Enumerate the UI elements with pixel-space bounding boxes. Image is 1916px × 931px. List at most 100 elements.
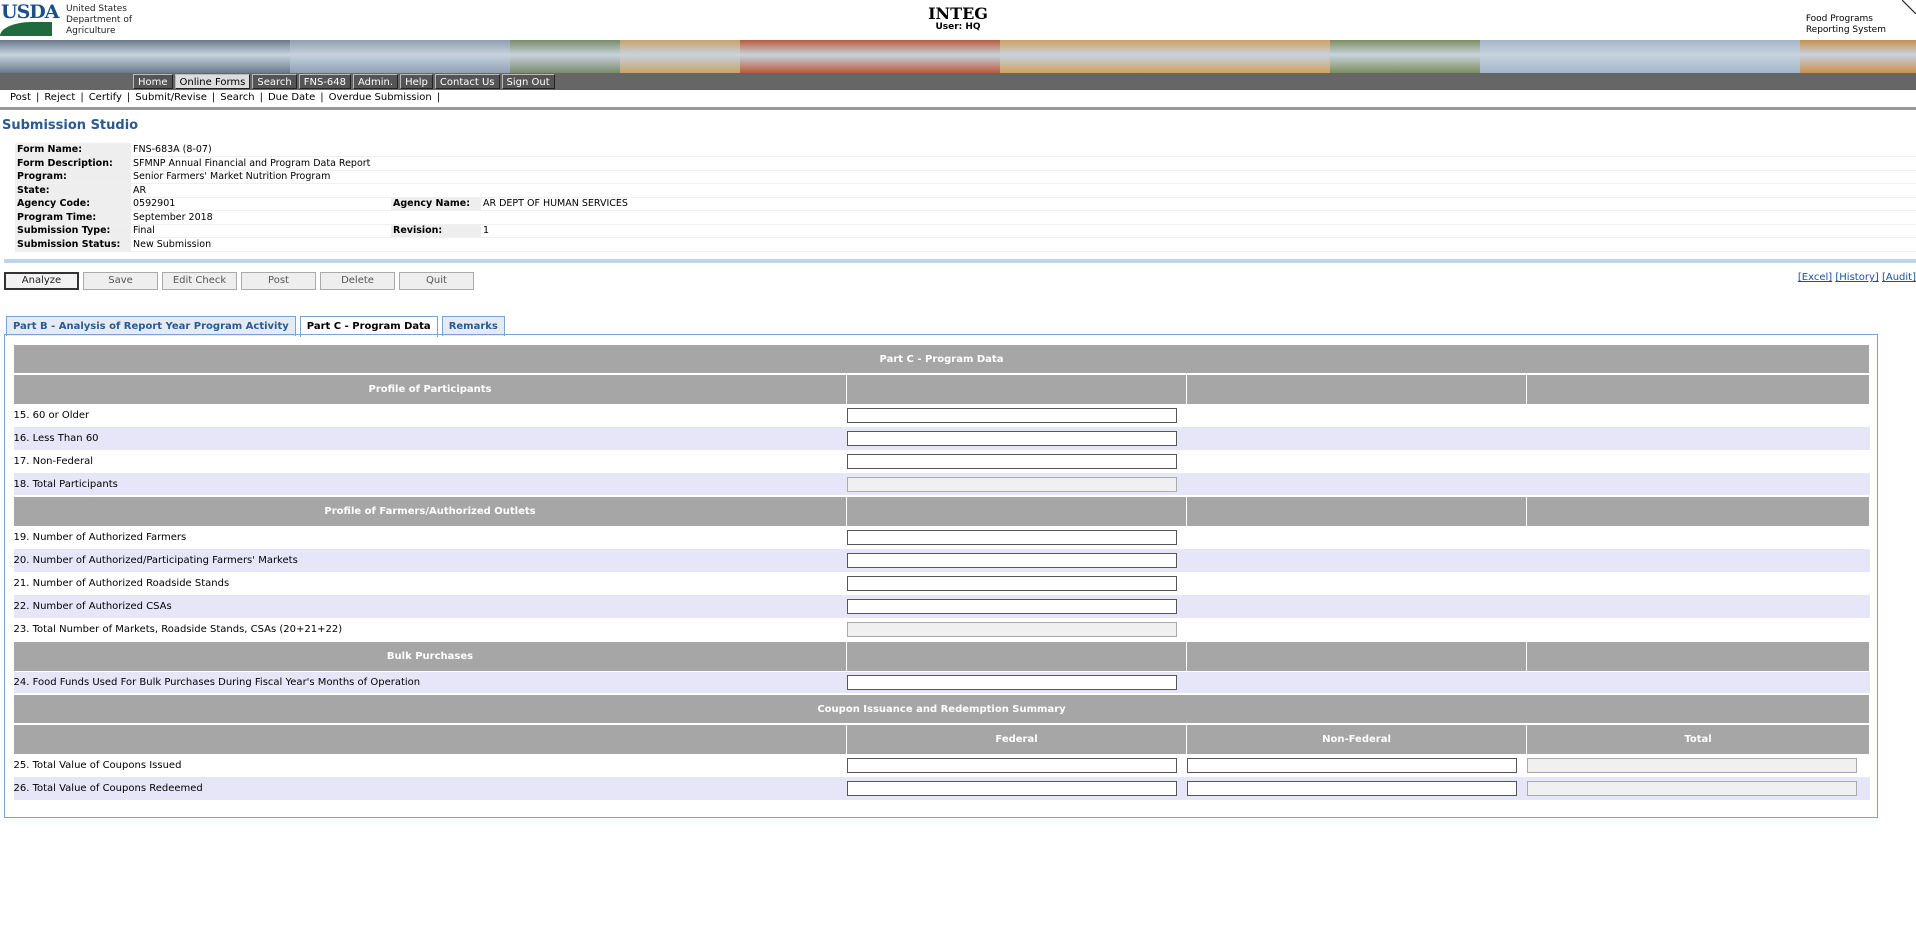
input-25-non-federal[interactable]: [1186, 758, 1517, 774]
nav-item-sign-out[interactable]: Sign Out: [501, 74, 555, 89]
subnav-submit-revise[interactable]: Submit/Revise: [131, 92, 211, 103]
nav-divider: [0, 107, 1916, 110]
row-label-24: 24. Food Funds Used For Bulk Purchases D…: [13, 671, 847, 694]
input-22-authorized-csas[interactable]: [846, 599, 1177, 614]
nav-item-search[interactable]: Search: [252, 74, 297, 89]
subnav-certify[interactable]: Certify: [85, 92, 126, 103]
grid-title: Part C - Program Data: [13, 343, 1870, 375]
section-participants: Profile of Participants: [12, 373, 848, 405]
tab-part-b[interactable]: Part B - Analysis of Report Year Program…: [6, 316, 296, 336]
submission-type-value: Final: [131, 224, 391, 238]
nav-item-admin[interactable]: Admin.: [353, 74, 399, 89]
state-label: State:: [15, 183, 131, 198]
row-label-20: 20. Number of Authorized/Participating F…: [13, 549, 847, 572]
banner-photo: [0, 40, 290, 73]
form-description-value: SFMNP Annual Financial and Program Data …: [131, 156, 1916, 171]
banner-photo: [1480, 40, 1800, 73]
form-name-label: Form Name:: [15, 143, 131, 157]
corner-decoration-icon: [1902, 0, 1916, 14]
row-label-15: 15. 60 or Older: [13, 410, 90, 422]
subnav-overdue-submission[interactable]: Overdue Submission: [325, 92, 436, 103]
system-line-1: Food Programs: [1805, 14, 1873, 24]
input-25-federal[interactable]: [846, 758, 1177, 774]
subnav-reject[interactable]: Reject: [40, 92, 79, 103]
agency-name-value: AR DEPT OF HUMAN SERVICES: [481, 197, 1916, 211]
section-divider: [4, 259, 1916, 263]
nav-item-contact-us[interactable]: Contact Us: [434, 74, 500, 89]
row-label-19: 19. Number of Authorized Farmers: [13, 532, 187, 544]
nav-item-home[interactable]: Home: [133, 74, 173, 89]
program-data-grid: Part C - Program Data Profile of Partici…: [12, 343, 1870, 800]
action-toolbar: Analyze Save Edit Check Post Delete Quit: [4, 272, 474, 290]
form-description-label: Form Description:: [15, 156, 131, 171]
input-21-roadside-stands[interactable]: [846, 576, 1177, 591]
quit-button[interactable]: Quit: [399, 272, 474, 290]
user-label: User: HQ: [935, 22, 981, 32]
input-16-less-than-60[interactable]: [846, 431, 1177, 446]
delete-button[interactable]: Delete: [320, 272, 395, 290]
input-24-bulk-purchases[interactable]: [846, 674, 1177, 690]
input-25-total: [1526, 758, 1857, 774]
input-23-total-outlets: [846, 621, 1177, 637]
top-nav: Home Online Forms Search FNS-648 Admin. Help C…: [0, 73, 1916, 90]
system-name: Food Programs Reporting System: [1806, 14, 1886, 36]
col-header-total: Total: [1526, 723, 1870, 755]
program-label: Program:: [15, 170, 131, 184]
banner-photo: [620, 40, 740, 73]
input-20-farmers-markets[interactable]: [846, 553, 1177, 568]
subnav-separator: |: [436, 92, 441, 103]
nav-item-online-forms[interactable]: Online Forms: [174, 74, 251, 89]
agency-code-value: 0592901: [131, 197, 391, 211]
agency-code-label: Agency Code:: [15, 197, 131, 211]
row-label-18: 18. Total Participants: [13, 473, 847, 496]
program-time-value: September 2018: [131, 210, 1916, 225]
submission-status-label: Submission Status:: [15, 237, 131, 252]
row-label-22: 22. Number of Authorized CSAs: [13, 595, 847, 618]
edit-check-button[interactable]: Edit Check: [162, 272, 237, 290]
row-label-16: 16. Less Than 60: [13, 427, 847, 450]
submission-type-label: Submission Type:: [15, 224, 131, 238]
row-label-25: 25. Total Value of Coupons Issued: [13, 760, 182, 772]
row-label-23: 23. Total Number of Markets, Roadside St…: [13, 623, 343, 635]
program-time-label: Program Time:: [15, 210, 131, 225]
nav-item-help[interactable]: Help: [400, 74, 433, 89]
subnav-due-date[interactable]: Due Date: [264, 92, 319, 103]
row-label-26: 26. Total Value of Coupons Redeemed: [13, 777, 847, 800]
input-26-total: [1526, 781, 1857, 796]
banner-photo: [1800, 40, 1916, 73]
header: USDA United States Department of Agricul…: [0, 0, 1916, 40]
tab-remarks[interactable]: Remarks: [441, 316, 505, 336]
banner-photo: [290, 40, 510, 73]
input-17-non-federal[interactable]: [846, 454, 1177, 469]
export-links: [Excel] [History] [Audit]: [1798, 272, 1916, 283]
banner-photo: [1330, 40, 1480, 73]
system-line-2: Reporting System: [1805, 25, 1886, 35]
subnav-search[interactable]: Search: [216, 92, 258, 103]
input-15-60-or-older[interactable]: [846, 408, 1177, 424]
row-label-17: 17. Non-Federal: [13, 456, 94, 467]
program-value: Senior Farmers' Market Nutrition Program: [131, 170, 1916, 184]
col-header-federal: Federal: [846, 723, 1188, 755]
banner-photo: [1000, 40, 1330, 73]
submission-status-value: New Submission: [131, 237, 1916, 252]
section-coupon-summary: Coupon Issuance and Redemption Summary: [13, 693, 1870, 725]
subnav-post[interactable]: Post: [6, 92, 35, 103]
audit-link[interactable]: [Audit]: [1882, 272, 1916, 283]
row-label-21: 21. Number of Authorized Roadside Stands: [13, 578, 230, 589]
revision-label: Revision:: [391, 224, 481, 238]
post-button[interactable]: Post: [241, 272, 316, 290]
section-bulk-purchases: Bulk Purchases: [12, 640, 848, 672]
revision-value: 1: [481, 224, 1916, 238]
input-26-non-federal[interactable]: [1186, 781, 1517, 796]
input-19-authorized-farmers[interactable]: [846, 530, 1177, 546]
history-link[interactable]: [History]: [1835, 272, 1878, 283]
nav-item-fns-648[interactable]: FNS-648: [298, 74, 352, 89]
col-header-non-federal: Non-Federal: [1186, 723, 1527, 755]
save-button[interactable]: Save: [83, 272, 158, 290]
input-26-federal[interactable]: [846, 781, 1177, 796]
excel-link[interactable]: [Excel]: [1798, 272, 1832, 283]
banner-photo: [510, 40, 620, 73]
analyze-button[interactable]: Analyze: [4, 272, 79, 290]
input-18-total-participants: [846, 476, 1177, 492]
photo-banner: [0, 40, 1916, 73]
